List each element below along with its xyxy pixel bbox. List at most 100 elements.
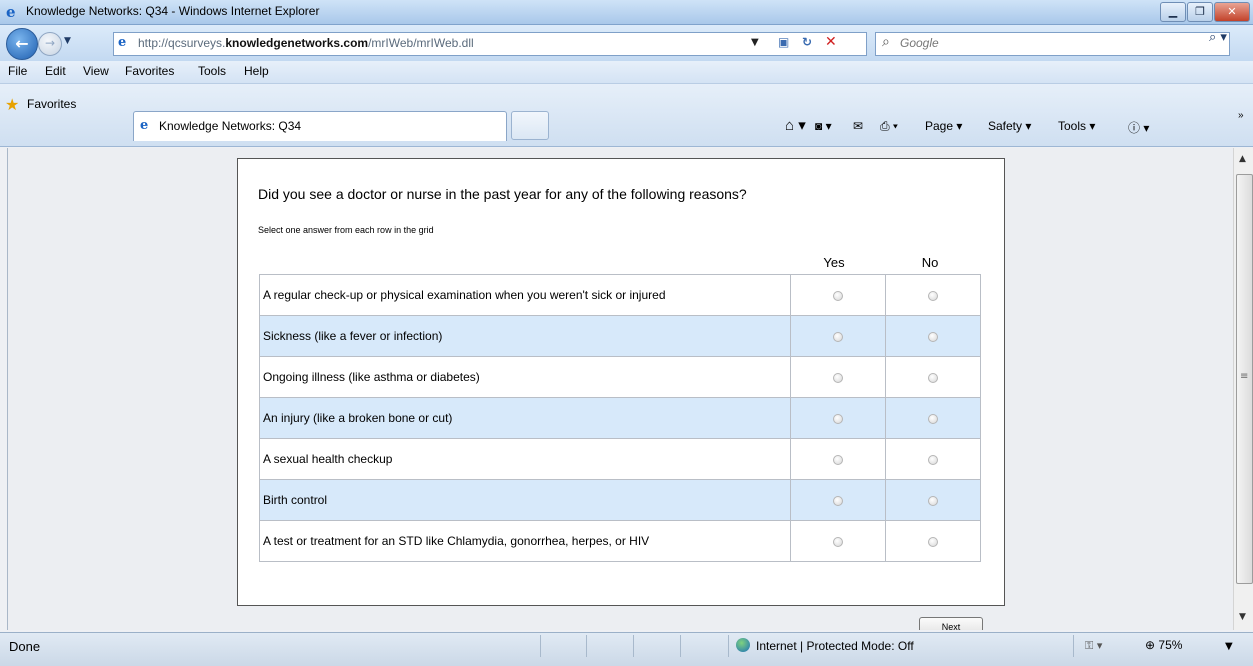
feeds-icon[interactable]: ◙ ▾ <box>815 119 832 133</box>
zoom-dropdown-icon[interactable]: ▼ <box>1225 641 1233 652</box>
scroll-grip-icon: ≡ <box>1240 371 1249 382</box>
grid-row: A regular check-up or physical examinati… <box>259 274 981 316</box>
zoom-level[interactable]: ⊕ 75% <box>1145 638 1182 652</box>
toolbar-overflow-icon[interactable]: » <box>1238 110 1244 121</box>
status-text: Done <box>9 639 41 654</box>
favorites-star-icon[interactable]: ★ <box>5 95 19 114</box>
forward-button[interactable]: → <box>38 32 62 56</box>
row-label: A sexual health checkup <box>259 438 791 480</box>
address-dropdown-icon[interactable]: ▼ <box>751 37 759 48</box>
instruction-text: Select one answer from each row in the g… <box>258 225 434 235</box>
no-radio-cell[interactable] <box>885 274 981 316</box>
no-radio-cell[interactable] <box>885 397 981 439</box>
menu-edit[interactable]: Edit <box>45 64 66 78</box>
search-provider-icon: ⌕ <box>882 34 890 50</box>
row-label: Birth control <box>259 479 791 521</box>
menu-file[interactable]: File <box>8 64 27 78</box>
grid-row: Ongoing illness (like asthma or diabetes… <box>259 356 981 398</box>
no-radio[interactable] <box>928 536 938 547</box>
menu-view[interactable]: View <box>83 64 109 78</box>
home-icon[interactable]: ⌂ ▾ <box>785 116 806 134</box>
no-radio[interactable] <box>928 495 938 506</box>
minimize-button[interactable]: ▁ <box>1160 2 1186 22</box>
scroll-down-icon[interactable]: ▼ <box>1239 612 1246 622</box>
safety-menu[interactable]: Safety ▾ <box>988 119 1031 133</box>
menu-favorites[interactable]: Favorites <box>125 64 174 78</box>
menu-bar: File Edit View Favorites Tools Help <box>0 61 1253 84</box>
yes-radio-cell[interactable] <box>790 520 886 562</box>
compatibility-view-icon[interactable]: ▣ <box>778 35 789 49</box>
status-bar: Done Internet | Protected Mode: Off ⚿ ▾ … <box>0 632 1253 666</box>
no-radio[interactable] <box>928 413 938 424</box>
tab-ie-icon: e <box>140 118 149 133</box>
print-icon[interactable]: ⎙ ▾ <box>880 119 898 134</box>
search-placeholder: Google <box>900 36 939 50</box>
refresh-icon[interactable]: ↻ <box>802 35 812 49</box>
back-button[interactable]: ← <box>6 28 38 60</box>
status-divider <box>728 635 729 657</box>
tab-current[interactable]: e Knowledge Networks: Q34 <box>133 111 507 141</box>
address-field[interactable]: e http://qcsurveys.knowledgenetworks.com… <box>113 32 867 56</box>
window-title-bar: e Knowledge Networks: Q34 - Windows Inte… <box>0 0 1253 25</box>
yes-radio-cell[interactable] <box>790 274 886 316</box>
protected-mode-icon[interactable]: ⚿ ▾ <box>1085 639 1102 653</box>
yes-radio[interactable] <box>833 413 843 424</box>
scroll-up-icon[interactable]: ▲ <box>1239 154 1246 164</box>
close-button[interactable]: ✕ <box>1214 2 1250 22</box>
status-divider <box>540 635 541 657</box>
column-header-no: No <box>921 255 939 270</box>
yes-radio-cell[interactable] <box>790 479 886 521</box>
restore-button[interactable]: ❐ <box>1187 2 1213 22</box>
tools-menu[interactable]: Tools ▾ <box>1058 119 1095 133</box>
security-zone-text[interactable]: Internet | Protected Mode: Off <box>756 639 914 653</box>
yes-radio[interactable] <box>833 290 843 301</box>
tab-title: Knowledge Networks: Q34 <box>159 119 302 133</box>
grid-row: An injury (like a broken bone or cut) <box>259 397 981 439</box>
status-divider <box>633 635 634 657</box>
favorites-button[interactable]: Favorites <box>27 97 76 111</box>
row-label: An injury (like a broken bone or cut) <box>259 397 791 439</box>
menu-help[interactable]: Help <box>244 64 269 78</box>
row-label: Sickness (like a fever or infection) <box>259 315 791 357</box>
search-input[interactable]: ⌕ Google <box>875 32 1230 56</box>
no-radio-cell[interactable] <box>885 479 981 521</box>
no-radio-cell[interactable] <box>885 356 981 398</box>
no-radio-cell[interactable] <box>885 315 981 357</box>
page-menu[interactable]: Page ▾ <box>925 119 962 133</box>
read-mail-icon[interactable]: ✉ <box>853 119 863 133</box>
no-radio-cell[interactable] <box>885 520 981 562</box>
no-radio[interactable] <box>928 290 938 301</box>
yes-radio[interactable] <box>833 454 843 465</box>
vertical-scrollbar[interactable]: ▲ ≡ ▼ <box>1233 148 1253 630</box>
status-divider <box>680 635 681 657</box>
no-radio[interactable] <box>928 331 938 342</box>
yes-radio[interactable] <box>833 495 843 506</box>
yes-radio[interactable] <box>833 536 843 547</box>
yes-radio-cell[interactable] <box>790 356 886 398</box>
answer-grid: A regular check-up or physical examinati… <box>259 274 981 562</box>
survey-panel: Did you see a doctor or nurse in the pas… <box>237 158 1005 606</box>
ie-logo-icon: e <box>6 3 16 21</box>
no-radio[interactable] <box>928 454 938 465</box>
help-icon[interactable]: ⓘ ▾ <box>1128 119 1149 136</box>
no-radio-cell[interactable] <box>885 438 981 480</box>
stop-icon[interactable]: ✕ <box>825 34 837 50</box>
question-text: Did you see a doctor or nurse in the pas… <box>258 186 747 202</box>
row-label: Ongoing illness (like asthma or diabetes… <box>259 356 791 398</box>
no-radio[interactable] <box>928 372 938 383</box>
menu-tools[interactable]: Tools <box>198 64 226 78</box>
column-header-yes: Yes <box>823 255 845 270</box>
yes-radio[interactable] <box>833 372 843 383</box>
yes-radio-cell[interactable] <box>790 315 886 357</box>
grid-row: Sickness (like a fever or infection) <box>259 315 981 357</box>
new-tab-button[interactable] <box>511 111 549 140</box>
yes-radio[interactable] <box>833 331 843 342</box>
yes-radio-cell[interactable] <box>790 438 886 480</box>
grid-row: A test or treatment for an STD like Chla… <box>259 520 981 562</box>
favorites-bar: ★ Favorites e Knowledge Networks: Q34 ⌂ … <box>0 84 1253 147</box>
recent-pages-dropdown-icon[interactable]: ▼ <box>64 36 71 46</box>
search-go-icon[interactable]: ⌕ ▾ <box>1209 30 1227 45</box>
yes-radio-cell[interactable] <box>790 397 886 439</box>
next-button[interactable]: Next <box>919 617 983 630</box>
scroll-thumb[interactable]: ≡ <box>1236 174 1253 584</box>
